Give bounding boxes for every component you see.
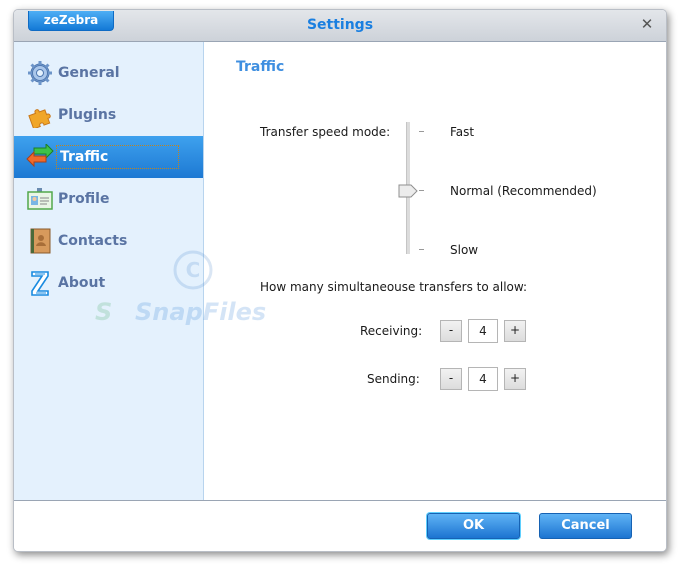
address-book-icon [26, 227, 54, 255]
close-button[interactable]: ✕ [638, 15, 656, 33]
id-card-icon [26, 185, 54, 213]
window-title: Settings [306, 17, 374, 33]
gear-icon [26, 59, 54, 87]
receiving-increment-button[interactable]: + [504, 320, 526, 342]
speed-slider-thumb[interactable] [398, 183, 418, 202]
sending-decrement-button[interactable]: - [440, 368, 462, 390]
speed-option-normal[interactable]: Normal (Recommended) [450, 184, 597, 198]
sidebar-item-label: Contacts [58, 233, 128, 249]
dialog-footer: OK Cancel [14, 500, 666, 551]
title-bar: zeZebra Settings ✕ [14, 10, 666, 42]
receiving-label: Receiving: [360, 324, 423, 338]
sidebar-item-traffic[interactable]: Traffic [14, 136, 203, 178]
puzzle-icon [26, 101, 54, 129]
speed-mode-label: Transfer speed mode: [260, 125, 391, 139]
close-icon: ✕ [640, 15, 654, 33]
slider-tick [419, 131, 424, 132]
sidebar-item-label: About [58, 275, 106, 291]
sidebar-item-general[interactable]: General [14, 52, 203, 94]
slider-tick [419, 190, 424, 191]
sending-increment-button[interactable]: + [504, 368, 526, 390]
section-title: Traffic [236, 59, 285, 75]
sidebar-item-label: Traffic [56, 145, 180, 169]
settings-window: zeZebra Settings ✕ General Plugins Traff… [13, 9, 667, 552]
receiving-decrement-button[interactable]: - [440, 320, 462, 342]
traffic-panel: Traffic Transfer speed mode: Fast Normal… [204, 42, 666, 500]
sending-label: Sending: [367, 372, 420, 386]
sidebar: General Plugins Traffic Profile Contacts [14, 42, 204, 500]
sending-value-field[interactable]: 4 [468, 367, 498, 391]
sidebar-item-label: Plugins [58, 107, 117, 123]
sidebar-item-about[interactable]: About [14, 262, 203, 304]
speed-option-slow[interactable]: Slow [450, 243, 478, 257]
cancel-button[interactable]: Cancel [539, 513, 632, 539]
sidebar-item-plugins[interactable]: Plugins [14, 94, 203, 136]
sidebar-item-label: General [58, 65, 120, 81]
slider-tick [419, 249, 424, 250]
sidebar-item-contacts[interactable]: Contacts [14, 220, 203, 262]
sidebar-item-label: Profile [58, 191, 110, 207]
transfer-arrows-icon [26, 143, 54, 171]
zebra-z-icon [26, 269, 54, 297]
ok-button[interactable]: OK [427, 513, 520, 539]
simultaneous-label: How many simultaneouse transfers to allo… [260, 280, 528, 294]
receiving-value-field[interactable]: 4 [468, 319, 498, 343]
sidebar-item-profile[interactable]: Profile [14, 178, 203, 220]
speed-option-fast[interactable]: Fast [450, 125, 474, 139]
